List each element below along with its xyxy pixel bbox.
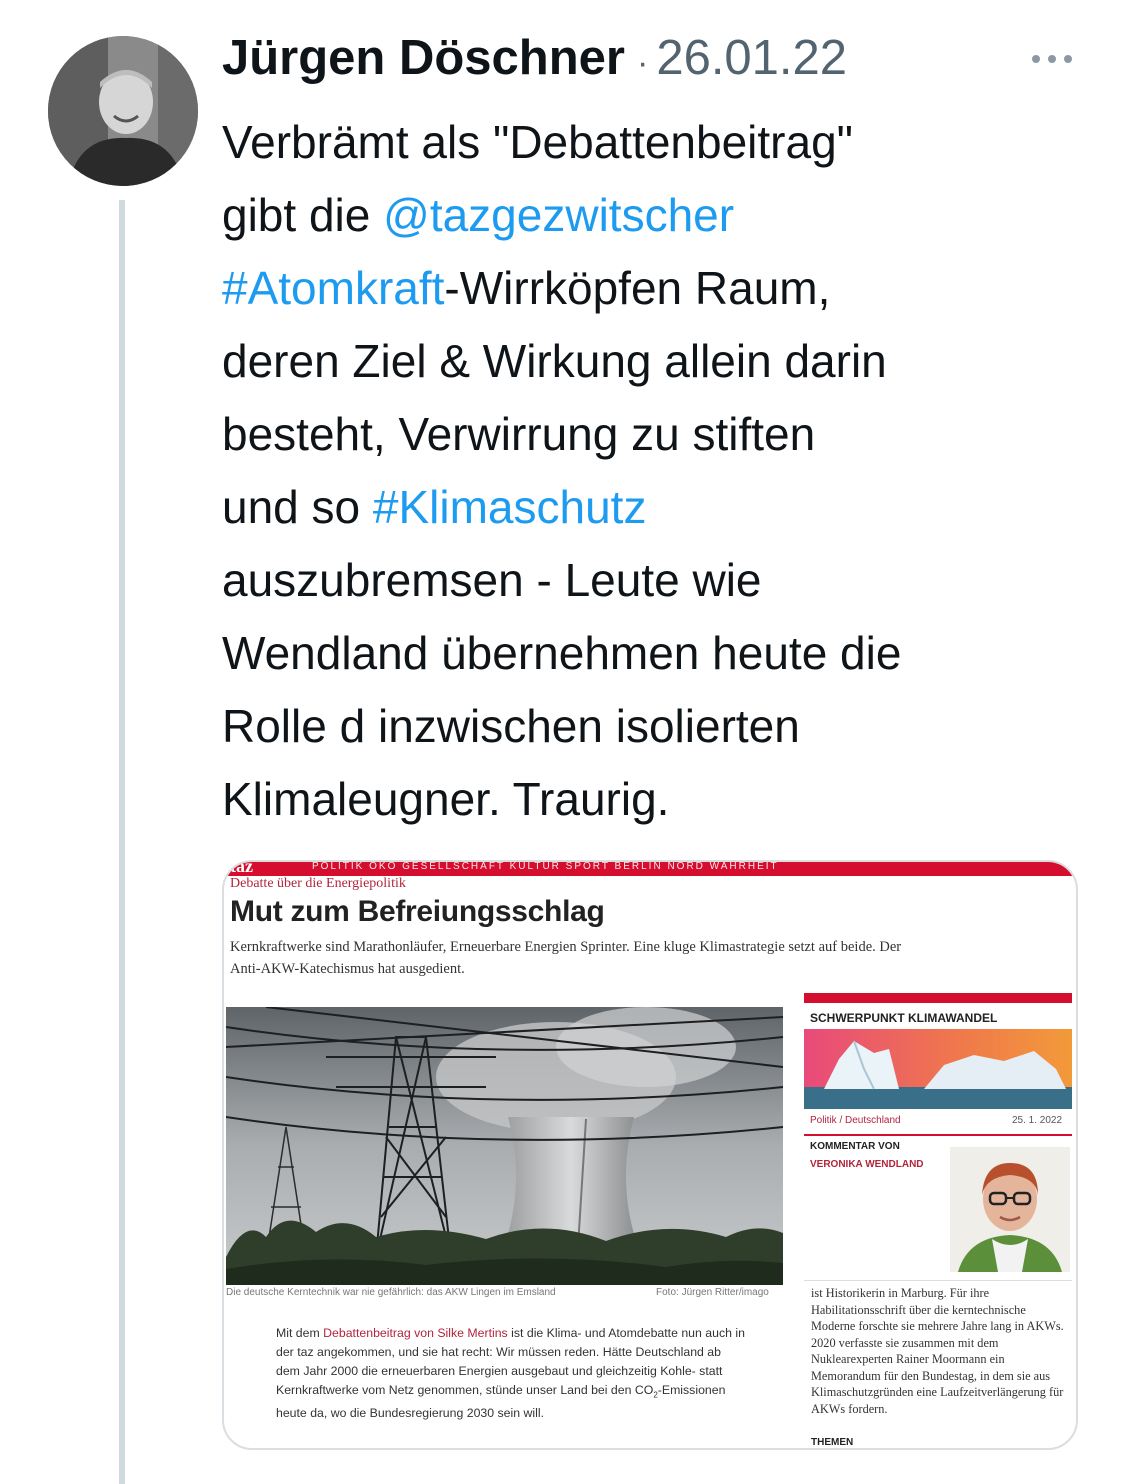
tweet-text-line: Wendland übernehmen heute die — [222, 617, 1082, 690]
tweet-text-line: gibt die @tazgezwitscher — [222, 179, 1082, 252]
sidebar-category[interactable]: Politik / Deutschland — [810, 1115, 901, 1126]
tweet-text-segment: besteht, Verwirrung zu stiften — [222, 408, 816, 460]
tweet-text-line: Rolle d inzwischen isolierten — [222, 690, 1082, 763]
author-portrait — [950, 1147, 1070, 1272]
author-bio: ist Historikerin in Marburg. Für ihre Ha… — [811, 1286, 1064, 1416]
themen-label: THEMEN — [811, 1437, 854, 1448]
tweet-text-segment: Wendland übernehmen heute die — [222, 627, 902, 679]
power-plant-photo — [226, 1007, 783, 1285]
tweet-text-segment: deren Ziel & Wirkung allein darin — [222, 335, 887, 387]
iceberg-image — [804, 1029, 1072, 1109]
tweet-text-segment: und so — [222, 481, 373, 533]
header-separator: · — [636, 44, 649, 82]
sidebar-divider — [804, 1280, 1072, 1281]
tweet-text-segment: -Wirrköpfen Raum, — [444, 262, 831, 314]
tweet-text: Verbrämt als "Debattenbeitrag" gibt die @… — [222, 106, 1082, 836]
avatar-photo — [48, 36, 198, 186]
tweet-date[interactable]: 26.01.22 — [656, 30, 847, 86]
tweet-text-segment: Rolle d inzwischen isolierten — [222, 700, 800, 752]
hashtag-klimaschutz[interactable]: #Klimaschutz — [373, 481, 647, 533]
tweet-header: Jürgen Döschner · 26.01.22 — [222, 30, 847, 94]
taz-top-bar: taz POLITIK ÖKO GESELLSCHAFT KULTUR SPOR… — [224, 860, 1076, 876]
tweet-text-line: besteht, Verwirrung zu stiften — [222, 398, 1082, 471]
hashtag-atomkraft[interactable]: #Atomkraft — [222, 262, 444, 314]
photo-credit: Foto: Jürgen Ritter/imago — [656, 1287, 769, 1298]
tweet-text-segment: Verbrämt als "Debattenbeitrag" — [222, 116, 853, 168]
mention-tazgezwitscher[interactable]: @tazgezwitscher — [383, 189, 734, 241]
attached-image[interactable]: taz POLITIK ÖKO GESELLSCHAFT KULTUR SPOR… — [222, 860, 1078, 1450]
sidebar-thin-rule — [804, 1134, 1072, 1136]
tweet-text-line: #Atomkraft-Wirrköpfen Raum, — [222, 252, 1082, 325]
sidebar-red-rule — [804, 993, 1072, 1003]
photo-caption: Die deutsche Kerntechnik war nie gefährl… — [226, 1287, 556, 1298]
sidebar-title: SCHWERPUNKT KLIMAWANDEL — [810, 1011, 998, 1025]
article-headline: Mut zum Befreiungsschlag — [230, 895, 605, 928]
more-options-icon[interactable] — [1028, 44, 1076, 74]
tweet-text-segment: gibt die — [222, 189, 384, 241]
tweet-text-segment: Klimaleugner. Traurig. — [222, 773, 670, 825]
tweet-text-line: Klimaleugner. Traurig. — [222, 763, 1082, 836]
taz-logo: taz — [230, 860, 253, 876]
article-kicker: Debatte über die Energiepolitik — [230, 876, 406, 891]
tweet-text-line: Verbrämt als "Debattenbeitrag" — [222, 106, 1082, 179]
tweet-text-line: auszubremsen - Leute wie — [222, 544, 1082, 617]
author-avatar[interactable] — [48, 36, 198, 186]
tweet-text-line: und so #Klimaschutz — [222, 471, 1082, 544]
article-teaser: Kernkraftwerke sind Marathonläufer, Erne… — [230, 939, 902, 977]
comment-author[interactable]: VERONIKA WENDLAND — [810, 1159, 924, 1170]
thread-line — [119, 200, 125, 1484]
comment-label: KOMMENTAR VON — [810, 1141, 900, 1152]
tweet-text-line: deren Ziel & Wirkung allein darin — [222, 325, 1082, 398]
body-text-start: Mit dem — [276, 1326, 324, 1340]
debattenbeitrag-link[interactable]: Debattenbeitrag von Silke Mertins — [323, 1326, 508, 1340]
author-name[interactable]: Jürgen Döschner — [222, 30, 625, 86]
sidebar-date: 25. 1. 2022 — [1012, 1115, 1063, 1126]
tweet-text-segment: auszubremsen - Leute wie — [222, 554, 762, 606]
taz-nav: POLITIK ÖKO GESELLSCHAFT KULTUR SPORT BE… — [312, 861, 779, 872]
article-body: Mit dem Debattenbeitrag von Silke Mertin… — [276, 1324, 746, 1423]
